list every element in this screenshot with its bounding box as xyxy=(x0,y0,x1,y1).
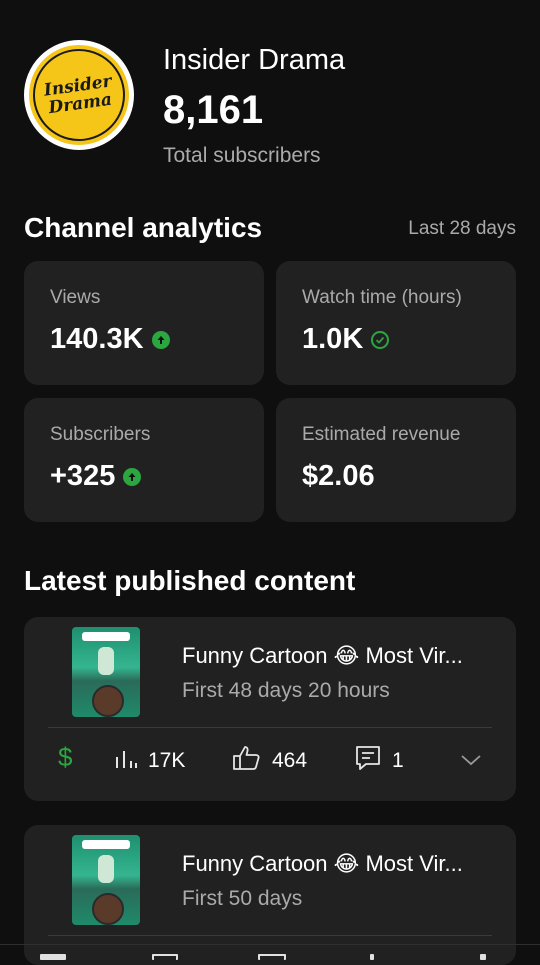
dollar-icon: $ xyxy=(56,742,76,778)
video-stats-row: $ 17K 464 1 xyxy=(24,741,516,781)
video-thumbnail[interactable] xyxy=(72,627,140,717)
content-nav-icon[interactable] xyxy=(152,954,178,960)
bottom-nav-divider xyxy=(0,944,540,945)
analytics-nav-icon[interactable] xyxy=(258,954,286,960)
expand-button[interactable] xyxy=(460,741,482,781)
comments-nav-icon[interactable] xyxy=(370,954,374,960)
revenue-value: $2.06 xyxy=(302,460,375,492)
analytics-period[interactable]: Last 28 days xyxy=(408,218,516,240)
dashboard-nav-icon[interactable] xyxy=(40,954,66,960)
thumbnail-figure xyxy=(98,647,114,675)
video-title[interactable]: Funny Cartoon 😂 Most Vir... xyxy=(182,851,463,877)
svg-text:$: $ xyxy=(58,744,73,772)
likes-count: 464 xyxy=(272,749,308,772)
watch-time-card[interactable]: Watch time (hours) 1.0K xyxy=(276,261,516,385)
video-thumbnail[interactable] xyxy=(72,835,140,925)
comment-icon xyxy=(354,744,382,778)
watch-time-value: 1.0K xyxy=(302,323,364,355)
divider xyxy=(48,727,492,728)
video-meta: First 48 days 20 hours xyxy=(182,679,390,702)
bar-chart-icon xyxy=(114,747,138,775)
video-meta: First 50 days xyxy=(182,887,303,910)
views-count: 17K xyxy=(148,749,186,772)
thumbnail-face xyxy=(92,685,124,717)
views-card[interactable]: Views 140.3K xyxy=(24,261,264,385)
video-title[interactable]: Funny Cartoon 😂 Most Vir... xyxy=(182,643,463,669)
revenue-label: Estimated revenue xyxy=(302,424,461,445)
divider xyxy=(48,935,492,936)
watch-time-label: Watch time (hours) xyxy=(302,287,462,308)
total-subscribers-label: Total subscribers xyxy=(163,144,321,167)
content-card[interactable]: Funny Cartoon 😂 Most Vir... First 48 day… xyxy=(24,617,516,801)
thumbnail-banner xyxy=(82,632,130,641)
thumbnail-face xyxy=(92,893,124,925)
revenue-stat[interactable]: $ xyxy=(56,741,76,781)
total-subscribers-count: 8,161 xyxy=(163,88,264,132)
thumbs-up-icon xyxy=(232,745,262,777)
subscribers-label: Subscribers xyxy=(50,424,151,445)
channel-avatar[interactable]: Insider Drama xyxy=(24,40,134,150)
check-circle-icon xyxy=(371,330,390,349)
views-value: 140.3K xyxy=(50,323,144,355)
comments-count: 1 xyxy=(392,749,404,772)
views-label: Views xyxy=(50,287,101,308)
earn-nav-icon[interactable] xyxy=(480,954,486,960)
revenue-card[interactable]: Estimated revenue $2.06 xyxy=(276,398,516,522)
up-arrow-icon xyxy=(123,467,142,486)
up-arrow-icon xyxy=(151,330,170,349)
comments-stat[interactable]: 1 xyxy=(354,741,404,781)
thumbnail-banner xyxy=(82,840,130,849)
thumbnail-figure xyxy=(98,855,114,883)
subscribers-card[interactable]: Subscribers +325 xyxy=(24,398,264,522)
latest-content-title: Latest published content xyxy=(24,565,356,596)
avatar-logo: Insider Drama xyxy=(27,43,131,147)
subscribers-value: +325 xyxy=(50,460,116,492)
chevron-down-icon xyxy=(460,749,482,773)
analytics-title: Channel analytics xyxy=(24,212,263,243)
views-stat[interactable]: 17K xyxy=(114,741,185,781)
channel-name: Insider Drama xyxy=(163,44,346,76)
channel-header: Insider Drama Insider Drama 8,161 Total … xyxy=(0,0,540,200)
likes-stat[interactable]: 464 xyxy=(232,741,307,781)
